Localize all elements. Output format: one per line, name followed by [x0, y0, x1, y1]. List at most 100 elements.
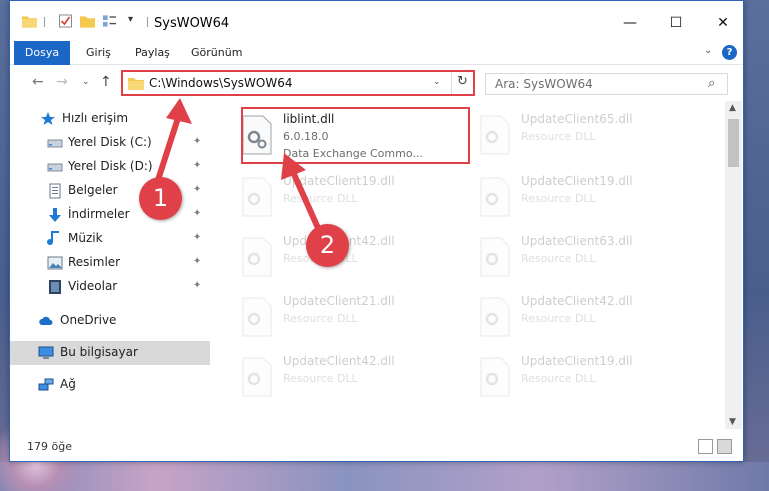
- dll-file-icon: [480, 297, 510, 337]
- dll-file-icon: [242, 357, 272, 397]
- sidebar-item-music[interactable]: Müzik ✦: [10, 227, 210, 251]
- pin-icon[interactable]: ✦: [193, 160, 201, 171]
- tab-share[interactable]: Paylaş: [135, 41, 170, 65]
- sidebar-item-label: Yerel Disk (C:): [68, 135, 152, 149]
- status-bar: 179 öğe: [10, 437, 743, 461]
- documents-icon: [49, 183, 61, 199]
- sidebar-item-drive-d[interactable]: Yerel Disk (D:) ✦: [10, 155, 210, 179]
- tab-file[interactable]: Dosya: [14, 41, 70, 65]
- expand-ribbon-icon[interactable]: ⌄: [704, 45, 712, 56]
- details-view-button[interactable]: [698, 439, 713, 454]
- videos-icon: [49, 280, 61, 294]
- pin-icon[interactable]: ✦: [193, 280, 201, 291]
- sidebar-item-label: Videolar: [68, 279, 118, 293]
- file-item[interactable]: UpdateClient63.dll Resource DLL: [471, 229, 699, 285]
- large-icons-view-button[interactable]: [717, 439, 732, 454]
- explorer-window: ▾ SysWOW64 — ☐ ✕ Dosya Giriş Paylaş Görü…: [9, 0, 744, 462]
- tab-home[interactable]: Giriş: [86, 41, 111, 65]
- sidebar-item-pictures[interactable]: Resimler ✦: [10, 251, 210, 275]
- scroll-thumb[interactable]: [728, 119, 739, 167]
- dll-file-icon: [480, 357, 510, 397]
- file-item[interactable]: UpdateClient42.dll Resource DLL: [471, 289, 699, 345]
- sidebar-item-network[interactable]: Ağ: [10, 373, 210, 397]
- sidebar-item-label: Bu bilgisayar: [60, 345, 138, 359]
- sidebar-item-drive-c[interactable]: Yerel Disk (C:) ✦: [10, 131, 210, 155]
- file-item[interactable]: UpdateClient65.dll Resource DLL: [471, 107, 699, 163]
- sidebar-item-this-pc[interactable]: Bu bilgisayar: [10, 341, 210, 365]
- scroll-down-button[interactable]: ▼: [729, 417, 736, 427]
- file-description: Resource DLL: [283, 312, 358, 325]
- address-bar[interactable]: C:\Windows\SysWOW64 ⌄ ↻: [121, 70, 475, 96]
- recent-locations-icon[interactable]: ⌄: [82, 77, 90, 87]
- sidebar-item-label: Belgeler: [68, 183, 118, 197]
- file-name: UpdateClient21.dll: [283, 294, 395, 308]
- sidebar-item-onedrive[interactable]: OneDrive: [10, 309, 210, 333]
- quick-access-dropdown-icon[interactable]: ▾: [128, 14, 133, 25]
- title-bar: ▾ SysWOW64 — ☐ ✕: [10, 1, 743, 41]
- computer-icon: [38, 346, 54, 359]
- network-icon: [38, 378, 54, 391]
- sidebar-item-label: OneDrive: [60, 313, 117, 327]
- quick-access-divider: [44, 17, 45, 27]
- search-input[interactable]: Ara: SysWOW64 ⌕: [485, 73, 728, 95]
- help-icon[interactable]: ?: [722, 45, 737, 60]
- sidebar-item-quick-access[interactable]: Hızlı erişim: [10, 107, 210, 131]
- pin-icon[interactable]: ✦: [193, 232, 201, 243]
- navigation-pane: Hızlı erişim Yerel Disk (C:) ✦ Yerel Dis…: [10, 101, 210, 429]
- file-item[interactable]: UpdateClient42.dll Resource DLL: [233, 349, 461, 405]
- forward-button[interactable]: →: [56, 74, 68, 90]
- up-button[interactable]: ↑: [100, 74, 112, 90]
- file-description: Resource DLL: [521, 372, 596, 385]
- file-description: Resource DLL: [521, 312, 596, 325]
- file-name: UpdateClient42.dll: [521, 294, 633, 308]
- maximize-button[interactable]: ☐: [653, 9, 699, 37]
- refresh-button[interactable]: ↻: [457, 74, 468, 89]
- sidebar-item-label: İndirmeler: [68, 207, 130, 221]
- dll-file-icon: [480, 177, 510, 217]
- sidebar-item-label: Hızlı erişim: [62, 111, 129, 125]
- folder-icon[interactable]: [22, 14, 37, 28]
- close-button[interactable]: ✕: [700, 9, 746, 37]
- search-placeholder: Ara: SysWOW64: [495, 77, 593, 91]
- file-description: Resource DLL: [521, 130, 596, 143]
- file-name: UpdateClient19.dll: [283, 174, 395, 188]
- sidebar-item-videos[interactable]: Videolar ✦: [10, 275, 210, 299]
- customize-icon[interactable]: [102, 14, 117, 28]
- tab-view[interactable]: Görünüm: [191, 41, 242, 65]
- search-icon[interactable]: ⌕: [708, 76, 715, 91]
- dll-file-icon: [480, 115, 510, 155]
- highlight-box: [241, 107, 470, 164]
- drive-icon: [47, 163, 63, 172]
- new-folder-icon[interactable]: [80, 14, 95, 28]
- drive-icon: [47, 139, 63, 148]
- item-count: 179 öğe: [27, 440, 72, 453]
- pin-icon[interactable]: ✦: [193, 208, 201, 219]
- pin-icon[interactable]: ✦: [193, 256, 201, 267]
- address-path[interactable]: C:\Windows\SysWOW64: [149, 76, 293, 90]
- file-item[interactable]: UpdateClient19.dll Resource DLL: [233, 169, 461, 225]
- scroll-up-button[interactable]: ▲: [729, 103, 736, 113]
- pin-icon[interactable]: ✦: [193, 184, 201, 195]
- sidebar-item-label: Yerel Disk (D:): [68, 159, 153, 173]
- folder-icon: [128, 78, 144, 90]
- file-name: UpdateClient19.dll: [521, 174, 633, 188]
- file-item[interactable]: UpdateClient19.dll Resource DLL: [471, 169, 699, 225]
- file-name: UpdateClient19.dll: [521, 354, 633, 368]
- cloud-icon: [39, 316, 53, 325]
- minimize-button[interactable]: —: [607, 9, 653, 37]
- step-1-badge: 1: [139, 177, 182, 220]
- window-title: SysWOW64: [154, 16, 230, 31]
- properties-check-icon[interactable]: [58, 14, 73, 28]
- address-dropdown-icon[interactable]: ⌄: [433, 77, 441, 87]
- title-divider: [147, 17, 148, 27]
- pictures-icon: [47, 256, 63, 270]
- pin-icon[interactable]: ✦: [193, 136, 201, 147]
- back-button[interactable]: ←: [32, 74, 44, 90]
- file-item[interactable]: UpdateClient21.dll Resource DLL: [233, 289, 461, 345]
- sidebar-item-label: Müzik: [68, 231, 103, 245]
- dll-file-icon: [480, 237, 510, 277]
- vertical-scrollbar[interactable]: ▲ ▼: [725, 101, 742, 429]
- dll-file-icon: [242, 297, 272, 337]
- file-item[interactable]: UpdateClient19.dll Resource DLL: [471, 349, 699, 405]
- dll-file-icon: [242, 237, 272, 277]
